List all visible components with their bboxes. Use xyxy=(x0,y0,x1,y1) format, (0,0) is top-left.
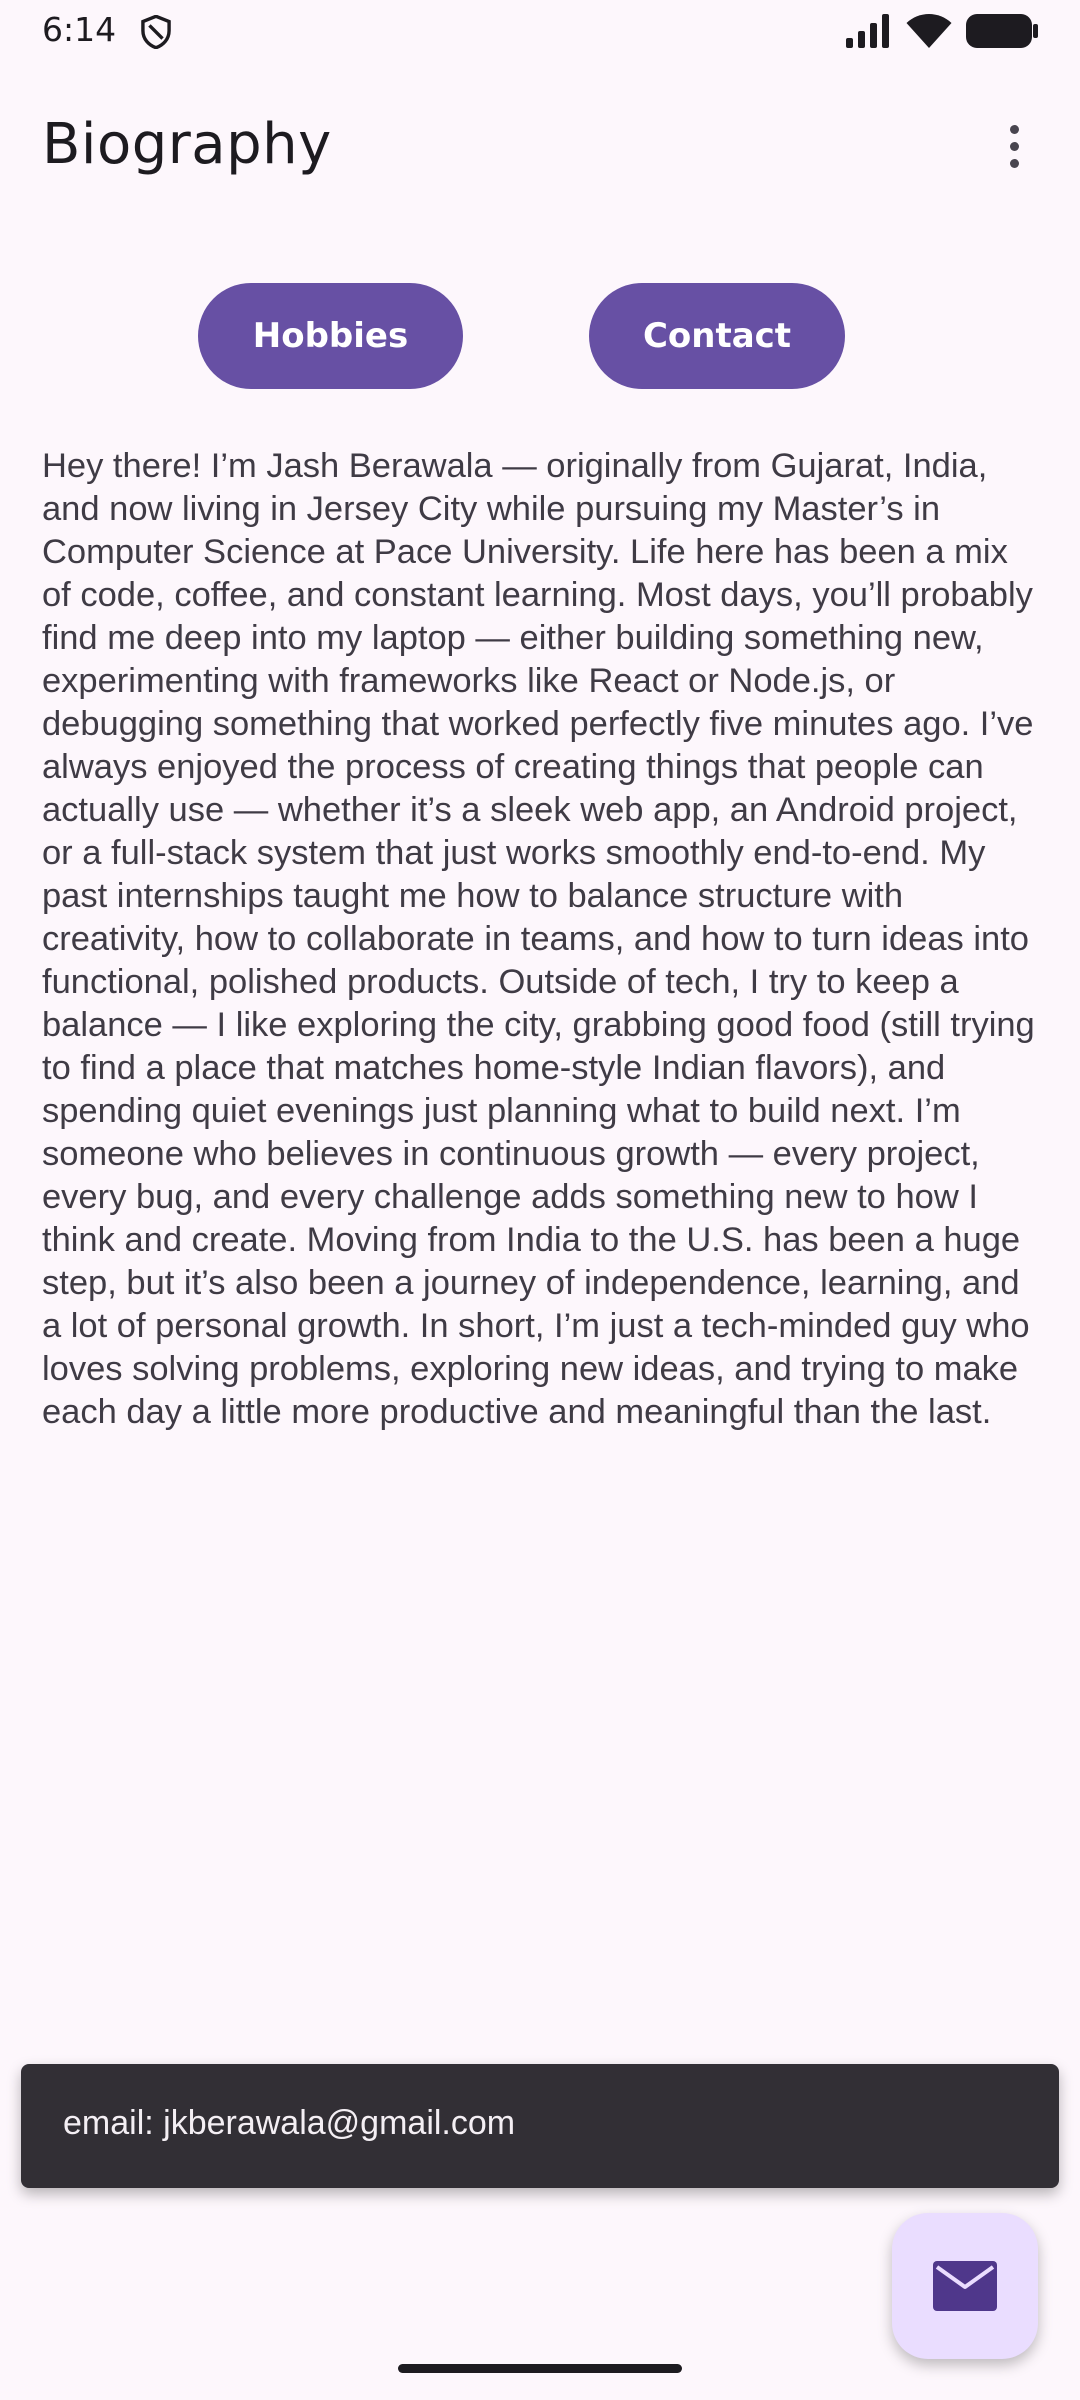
more-vert-icon[interactable] xyxy=(970,102,1058,190)
battery-icon xyxy=(966,14,1038,48)
top-app-bar: Biography xyxy=(0,80,1080,220)
status-bar: 6:14 xyxy=(0,0,1080,62)
menu-dot xyxy=(1009,124,1019,134)
snackbar-text: email: jkberawala@gmail.com xyxy=(63,2104,516,2142)
menu-dot xyxy=(1009,141,1019,151)
menu-dot xyxy=(1009,158,1019,168)
biography-text: Hey there! I’m Jash Berawala — originall… xyxy=(42,447,1035,1431)
mail-icon xyxy=(933,2261,997,2311)
signal-icon xyxy=(846,14,889,48)
gesture-nav-handle[interactable] xyxy=(398,2364,682,2373)
shield-icon xyxy=(141,15,171,49)
snackbar: email: jkberawala@gmail.com xyxy=(21,2064,1059,2188)
wifi-icon xyxy=(906,14,952,48)
email-fab[interactable] xyxy=(892,2213,1038,2359)
hobbies-button[interactable]: Hobbies xyxy=(198,283,463,389)
action-buttons: Hobbies Contact xyxy=(0,283,1080,389)
status-icons xyxy=(846,12,1038,50)
page-title: Biography xyxy=(42,112,332,177)
contact-button[interactable]: Contact xyxy=(589,283,845,389)
status-time: 6:14 xyxy=(42,10,117,49)
